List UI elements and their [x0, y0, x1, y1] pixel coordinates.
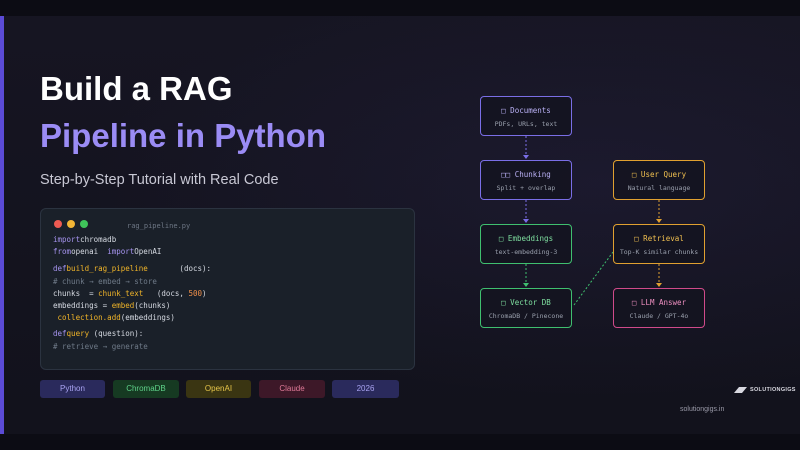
node-embeddings: □ Embeddings text-embedding-3: [480, 224, 572, 264]
tech-tag: OpenAI: [186, 380, 251, 398]
code-token: (embeddings): [120, 313, 175, 322]
tech-tag: Claude: [259, 380, 325, 398]
logo-icon: [734, 387, 747, 393]
node-llm-answer: □ LLM Answer Claude / GPT-4o: [613, 288, 705, 328]
node-subtitle: Natural language: [627, 184, 691, 192]
code-token: (docs):: [147, 264, 212, 273]
code-token: embed: [111, 301, 135, 310]
node-subtitle: text-embedding-3: [494, 248, 558, 256]
code-token: from: [53, 247, 72, 256]
title-line-1: Build a RAG: [40, 70, 233, 107]
code-token: build_rag_pipeline: [66, 264, 148, 273]
node-title-text: Embeddings: [503, 234, 554, 243]
node-subtitle: Claude / GPT-4o: [629, 312, 689, 320]
code-line: embeddings = embed(chunks): [53, 301, 170, 310]
node-retrieval: □ Retrieval Top-K similar chunks: [613, 224, 705, 264]
code-token: def: [53, 264, 67, 273]
tech-tag: Python: [40, 380, 105, 398]
code-token: # chunk → embed → store: [53, 277, 157, 286]
node-documents: □ Documents PDFs, URLs, text: [480, 96, 572, 136]
code-token: chromadb: [80, 235, 117, 244]
code-line: defquery (question):: [53, 329, 143, 338]
code-token: def: [53, 329, 67, 338]
code-token: query: [66, 329, 94, 338]
title-line-2: Pipeline in Python: [40, 117, 327, 154]
node-title-text: Retrieval: [638, 234, 684, 243]
node-vector-db: □ Vector DB ChromaDB / Pinecone: [480, 288, 572, 328]
node-title-text: Chunking: [510, 170, 551, 179]
code-token: (question):: [93, 329, 144, 338]
node-icon: □□: [501, 170, 511, 179]
node-title: □ Embeddings: [481, 234, 571, 243]
node-title-text: User Query: [636, 170, 687, 179]
node-subtitle: PDFs, URLs, text: [494, 120, 558, 128]
website-url: solutiongigs.in: [680, 406, 725, 413]
node-title-text: Documents: [505, 106, 551, 115]
close-dot-icon: [54, 220, 62, 228]
tech-tag: 2026: [332, 380, 399, 398]
node-title: □ Retrieval: [614, 234, 704, 243]
code-filename: rag_pipeline.py: [127, 222, 191, 230]
subtitle: Step-by-Step Tutorial with Real Code: [40, 172, 279, 188]
code-token: 500: [188, 289, 203, 298]
node-chunking: □□ Chunking Split + overlap: [480, 160, 572, 200]
code-token: embeddings =: [53, 301, 112, 310]
node-user-query: □ User Query Natural language: [613, 160, 705, 200]
code-line: chunks = chunk_text (docs, 500): [53, 289, 207, 298]
node-title: □ Documents: [481, 106, 571, 115]
code-token: OpenAI: [134, 247, 162, 256]
code-line: # retrieve → generate: [53, 342, 148, 351]
node-subtitle: Split + overlap: [496, 184, 556, 192]
code-line: collection.add(embeddings): [53, 313, 175, 322]
code-token: ): [202, 289, 207, 298]
minimize-dot-icon: [67, 220, 75, 228]
code-token: chunks =: [53, 289, 99, 298]
node-title-text: LLM Answer: [636, 298, 687, 307]
code-token: import: [53, 235, 81, 244]
node-subtitle: ChromaDB / Pinecone: [488, 312, 564, 320]
node-title: □ User Query: [614, 170, 704, 179]
code-token: import: [107, 247, 135, 256]
node-title: □□ Chunking: [481, 170, 571, 179]
node-title: □ LLM Answer: [614, 298, 704, 307]
code-token: collection.add: [53, 313, 121, 322]
node-title: □ Vector DB: [481, 298, 571, 307]
code-line: fromopenai importOpenAI: [53, 247, 161, 256]
node-title-text: Vector DB: [505, 298, 551, 307]
code-line: # chunk → embed → store: [53, 277, 157, 286]
code-token: openai: [71, 247, 108, 256]
maximize-dot-icon: [80, 220, 88, 228]
code-token: chunk_text: [98, 289, 144, 298]
code-token: # retrieve → generate: [53, 342, 148, 351]
code-line: defbuild_rag_pipeline (docs):: [53, 264, 211, 273]
node-subtitle: Top-K similar chunks: [619, 248, 699, 256]
code-line: importchromadb: [53, 235, 116, 244]
tech-tag: ChromaDB: [113, 380, 179, 398]
accent-bar: [0, 16, 4, 434]
code-token: (chunks): [134, 301, 171, 310]
brand-logo: SOLUTIONGIGS: [734, 387, 796, 393]
code-token: (docs,: [143, 289, 189, 298]
window-controls: [54, 220, 88, 228]
logo-text: SOLUTIONGIGS: [750, 387, 796, 393]
